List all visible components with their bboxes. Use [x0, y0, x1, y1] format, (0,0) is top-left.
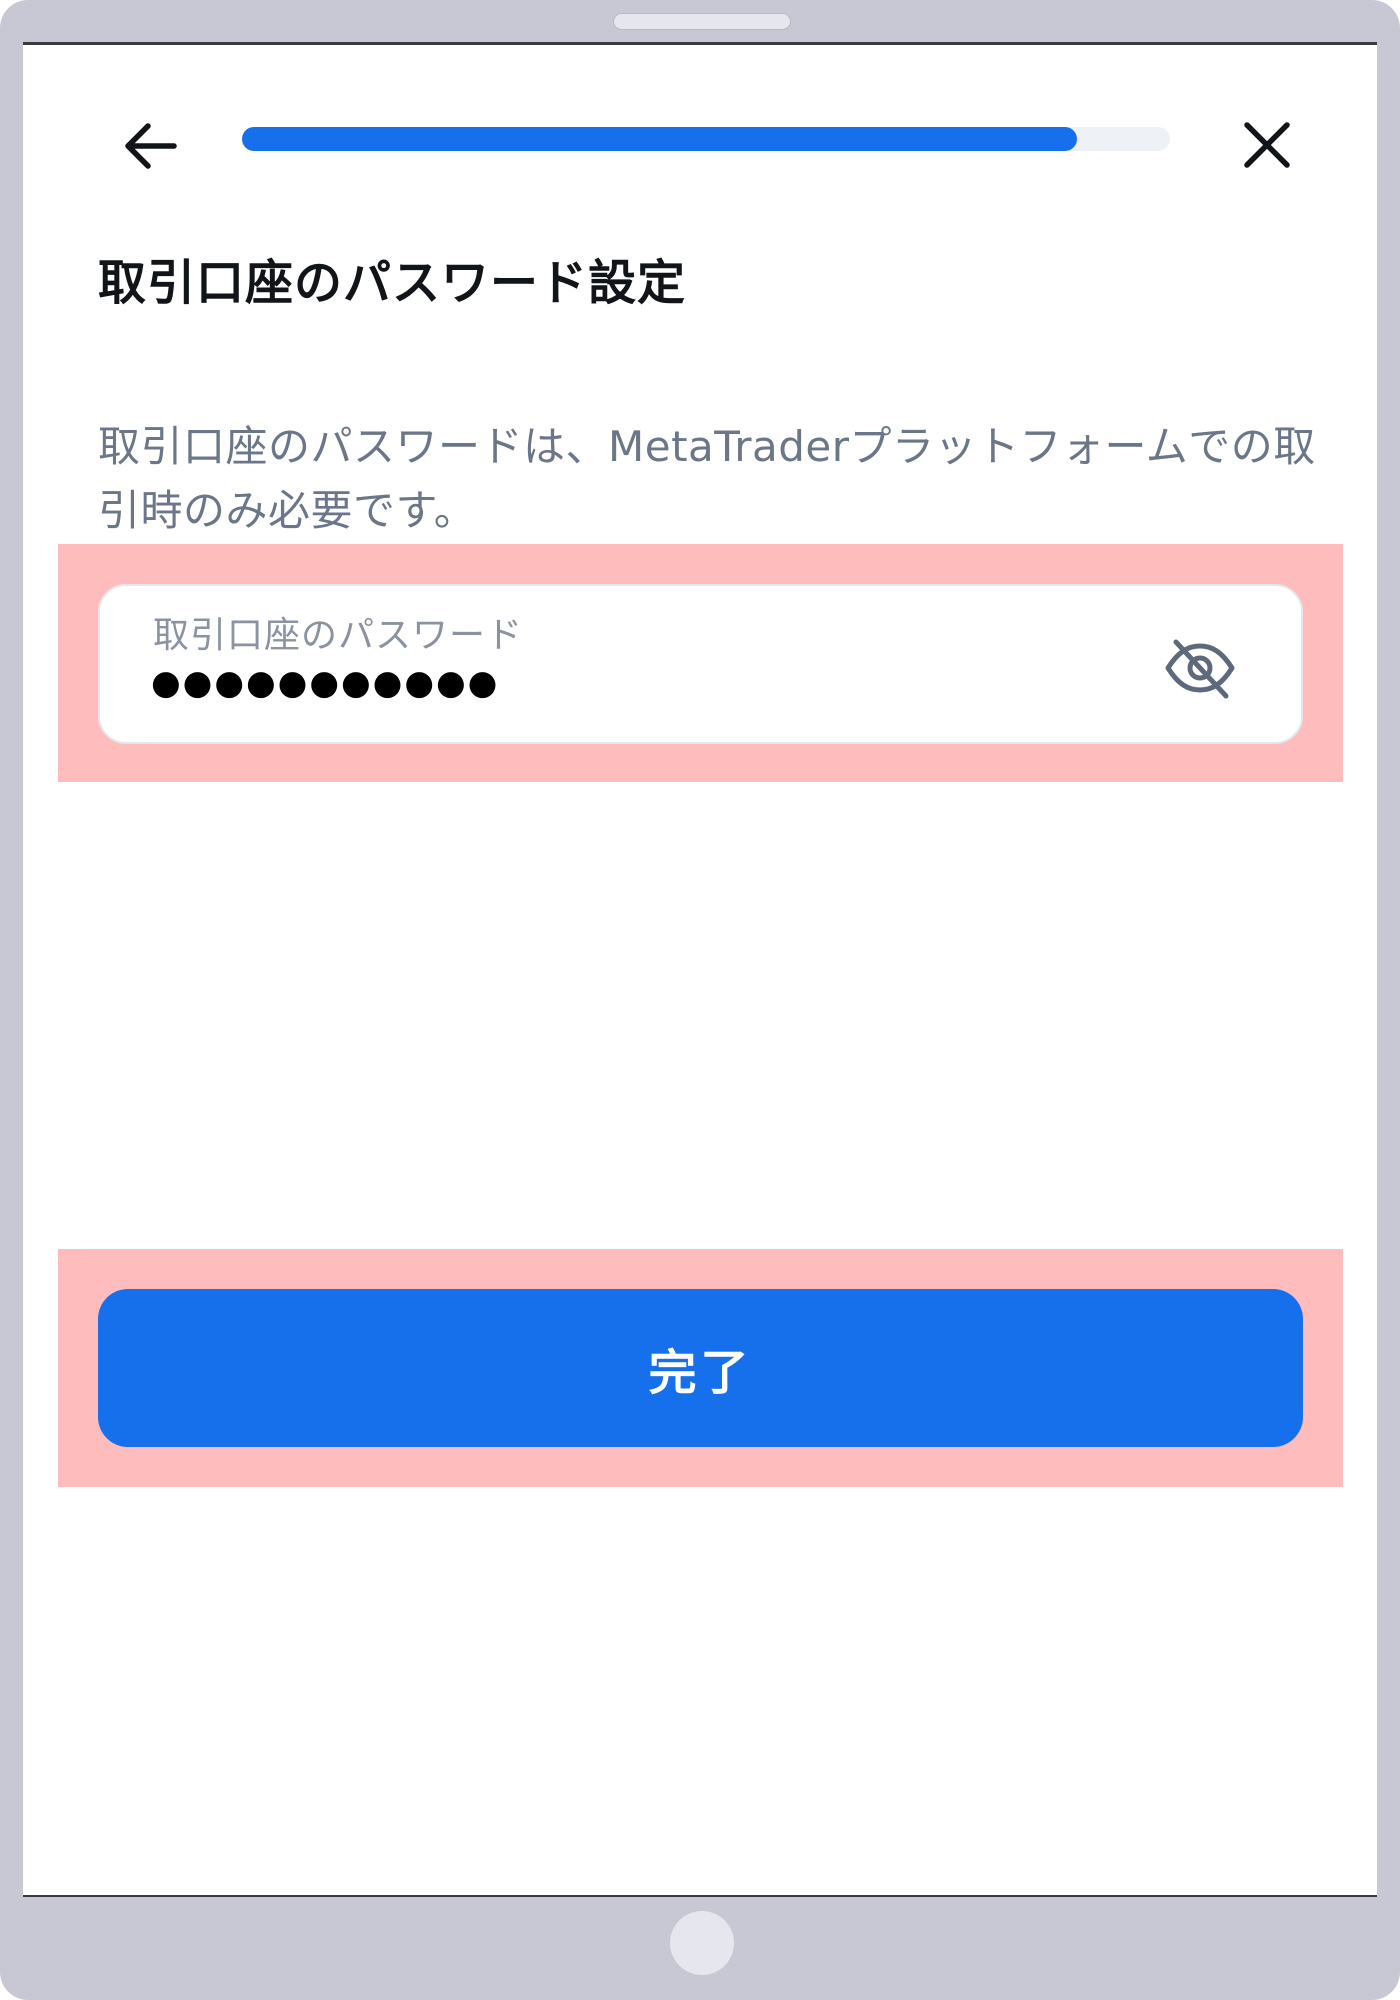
progress-bar: [242, 127, 1170, 151]
app-screen: 取引口座のパスワード設定 取引口座のパスワードは、MetaTraderプラットフ…: [23, 42, 1377, 1897]
page-title: 取引口座のパスワード設定: [98, 255, 687, 311]
device-frame: 取引口座のパスワード設定 取引口座のパスワードは、MetaTraderプラットフ…: [0, 0, 1400, 2000]
password-field[interactable]: 取引口座のパスワード ●●●●●●●●●●●: [98, 584, 1303, 744]
device-home-button[interactable]: [670, 1911, 734, 1975]
page-description: 取引口座のパスワードは、MetaTraderプラットフォームでの取引時のみ必要で…: [98, 422, 1316, 535]
password-field-label: 取引口座のパスワード: [153, 615, 524, 656]
progress-bar-fill: [242, 127, 1078, 151]
eye-slash-icon[interactable]: [1160, 628, 1240, 708]
complete-button[interactable]: 完了: [98, 1289, 1303, 1447]
device-speaker: [613, 13, 791, 30]
close-icon[interactable]: [1233, 111, 1301, 179]
password-input-value[interactable]: ●●●●●●●●●●●: [151, 666, 499, 700]
arrow-left-icon[interactable]: [118, 113, 188, 179]
